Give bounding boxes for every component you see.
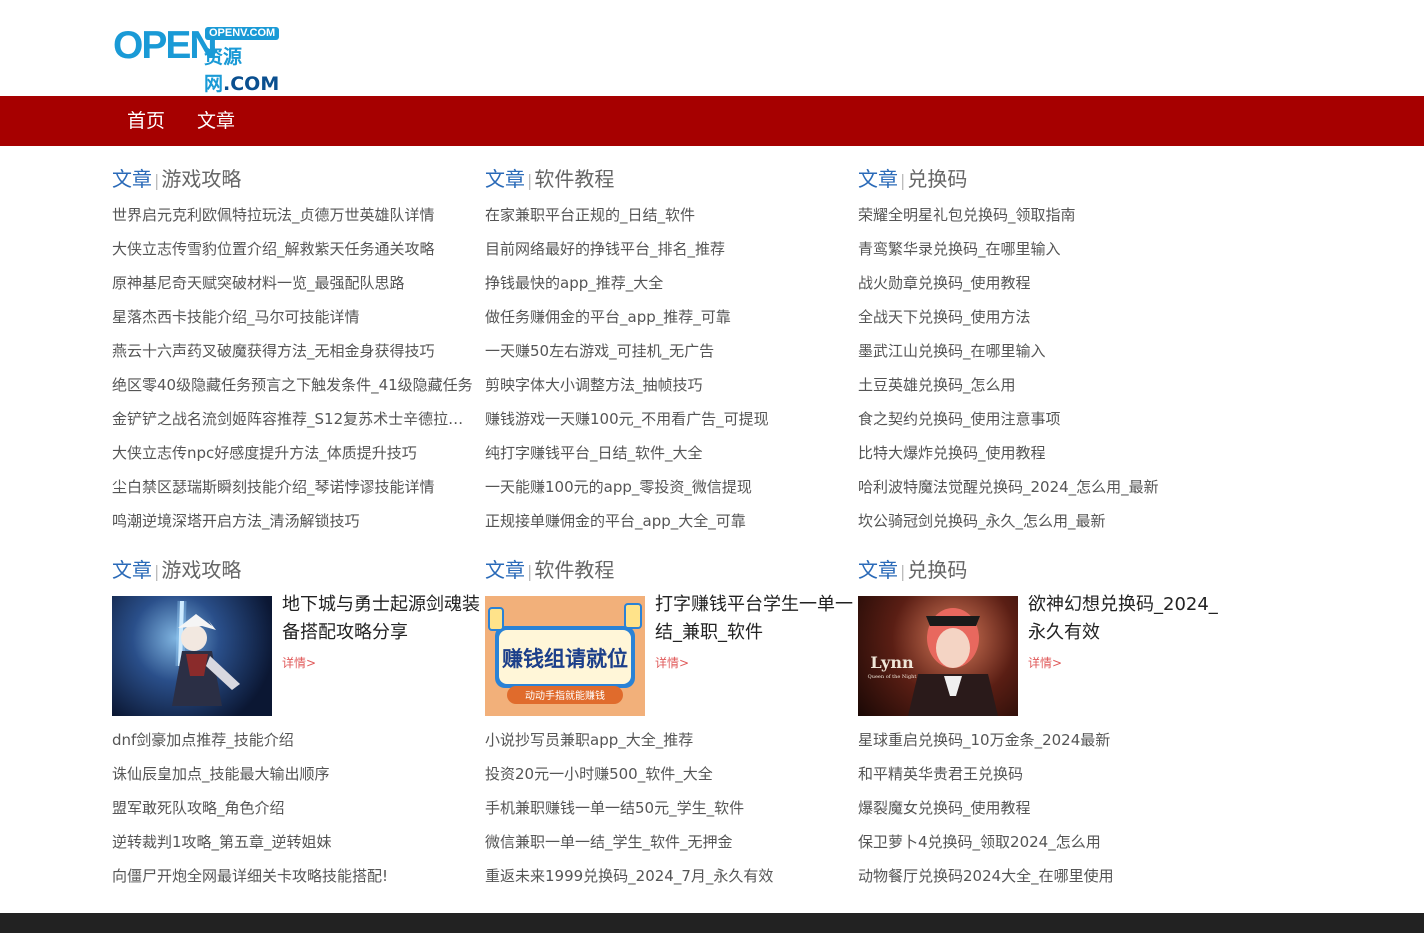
list-item[interactable]: 星落杰西卡技能介绍_马尔可技能详情 [112,300,477,334]
list-item[interactable]: 微信兼职一单一结_学生_软件_无押金 [485,825,850,859]
details-link[interactable]: 详情> [282,654,316,671]
list-item[interactable]: 坎公骑冠剑兑换码_永久_怎么用_最新 [858,504,1223,538]
site-header: OPEN OPENV.COM 资源网.COM [0,0,1424,96]
article-list: 在家兼职平台正规的_日结_软件 目前网络最好的挣钱平台_排名_推荐 挣钱最快的a… [485,198,855,538]
list-item[interactable]: 原神基尼奇天赋突破材料一览_最强配队思路 [112,266,477,300]
list-item[interactable]: 大侠立志传雪豹位置介绍_解救紫天任务通关攻略 [112,232,477,266]
featured-article: 地下城与勇士起源剑魂装备搭配攻略分享 详情> [112,594,482,716]
list-item[interactable]: 保卫萝卜4兑换码_领取2024_怎么用 [858,825,1223,859]
section-title: 文章 | 游戏攻略 [112,167,242,191]
article-thumbnail[interactable] [112,596,272,716]
nav-home[interactable]: 首页 [127,96,165,146]
list-item[interactable]: 星球重启兑换码_10万金条_2024最新 [858,723,1223,757]
section-redeem-codes: 文章 | 兑换码 荣耀全明星礼包兑换码_领取指南 青鸾繁华录兑换码_在哪里输入 战火… [858,165,1228,538]
list-item[interactable]: 在家兼职平台正规的_日结_软件 [485,198,850,232]
feature-software-tutorials: 文章 | 软件教程 赚钱组请就位 动动手指就能赚钱 打字赚钱平台学生一单一结_兼职_… [485,556,855,893]
list-item[interactable]: 比特大爆炸兑换码_使用教程 [858,436,1223,470]
article-thumbnail[interactable]: Lynn Queen of the Night [858,596,1018,716]
list-item[interactable]: 做任务赚佣金的平台_app_推荐_可靠 [485,300,850,334]
list-item[interactable]: 正规接单赚佣金的平台_app_大全_可靠 [485,504,850,538]
section-title: 文章 | 软件教程 [485,558,615,582]
earn-money-banner: 赚钱组请就位 动动手指就能赚钱 [488,603,642,704]
list-item[interactable]: 墨武江山兑换码_在哪里输入 [858,334,1223,368]
character-name: Lynn [870,653,914,672]
list-item[interactable]: 盟军敢死队攻略_角色介绍 [112,791,477,825]
list-item[interactable]: 手机兼职赚钱一单一结50元_学生_软件 [485,791,850,825]
feature-game-guides: 文章 | 游戏攻略 地下城与勇士起源剑魂装备搭配攻略分享 详情> dnf剑豪加点推荐… [112,556,482,893]
main-nav: 首页 文章 [0,96,1424,146]
featured-title[interactable]: 打字赚钱平台学生一单一结_兼职_软件 [655,591,855,647]
list-item[interactable]: 爆裂魔女兑换码_使用教程 [858,791,1223,825]
article-list: 小说抄写员兼职app_大全_推荐 投资20元一小时赚500_软件_大全 手机兼职… [485,723,855,893]
list-item[interactable]: 重返未来1999兑换码_2024_7月_永久有效 [485,859,850,893]
article-thumbnail[interactable]: 赚钱组请就位 动动手指就能赚钱 [485,596,645,716]
list-item[interactable]: 土豆英雄兑换码_怎么用 [858,368,1223,402]
list-item[interactable]: 战火勋章兑换码_使用教程 [858,266,1223,300]
list-item[interactable]: 燕云十六声药叉破魔获得方法_无相金身获得技巧 [112,334,477,368]
nav-article[interactable]: 文章 [197,96,235,146]
warrior-illustration [172,600,240,706]
list-item[interactable]: 动物餐厅兑换码2024大全_在哪里使用 [858,859,1223,893]
list-item[interactable]: 金铲铲之战名流剑姬阵容推荐_S12复苏术士辛德拉阵容 [112,402,477,436]
list-item[interactable]: 大侠立志传npc好感度提升方法_体质提升技巧 [112,436,477,470]
list-item[interactable]: 逆转裁判1攻略_第五章_逆转姐妹 [112,825,477,859]
logo-open-text: OPEN [113,24,218,67]
list-item[interactable]: dnf剑豪加点推荐_技能介绍 [112,723,477,757]
list-item[interactable]: 赚钱游戏一天赚100元_不用看广告_可提现 [485,402,850,436]
list-item[interactable]: 和平精英华贵君王兑换码 [858,757,1223,791]
logo-cn-text: 资源网.COM [204,46,280,95]
featured-title[interactable]: 欲神幻想兑换码_2024_永久有效 [1028,591,1228,647]
details-link[interactable]: 详情> [655,654,689,671]
list-item[interactable]: 世界启元克利欧佩特拉玩法_贞德万世英雄队详情 [112,198,477,232]
list-item[interactable]: 哈利波特魔法觉醒兑换码_2024_怎么用_最新 [858,470,1223,504]
list-item[interactable]: 绝区零40级隐藏任务预言之下触发条件_41级隐藏任务 [112,368,477,402]
list-item[interactable]: 向僵尸开炮全网最详细关卡攻略技能搭配! [112,859,477,893]
list-item[interactable]: 剪映字体大小调整方法_抽帧技巧 [485,368,850,402]
section-game-guides: 文章 | 游戏攻略 世界启元克利欧佩特拉玩法_贞德万世英雄队详情 大侠立志传雪豹位置… [112,165,482,538]
site-logo[interactable]: OPEN OPENV.COM 资源网.COM [113,24,303,96]
feature-redeem-codes: 文章 | 兑换码 Lynn Queen of the Night 欲神幻想兑换码_2… [858,556,1228,893]
article-list: dnf剑豪加点推荐_技能介绍 诛仙辰皇加点_技能最大输出顺序 盟军敢死队攻略_角… [112,723,482,893]
list-item[interactable]: 目前网络最好的挣钱平台_排名_推荐 [485,232,850,266]
list-item[interactable]: 一天赚50左右游戏_可挂机_无广告 [485,334,850,368]
list-item[interactable]: 鸣潮逆境深塔开启方法_清汤解锁技巧 [112,504,477,538]
article-list: 星球重启兑换码_10万金条_2024最新 和平精英华贵君王兑换码 爆裂魔女兑换码… [858,723,1228,893]
article-list: 世界启元克利欧佩特拉玩法_贞德万世英雄队详情 大侠立志传雪豹位置介绍_解救紫天任… [112,198,482,538]
list-item[interactable]: 食之契约兑换码_使用注意事项 [858,402,1223,436]
section-title: 文章 | 软件教程 [485,167,615,191]
details-link[interactable]: 详情> [1028,654,1062,671]
list-item[interactable]: 荣耀全明星礼包兑换码_领取指南 [858,198,1223,232]
section-title: 文章 | 游戏攻略 [112,558,242,582]
banner-title: 赚钱组请就位 [502,647,628,671]
section-software-tutorials: 文章 | 软件教程 在家兼职平台正规的_日结_软件 目前网络最好的挣钱平台_排名_推… [485,165,855,538]
featured-title[interactable]: 地下城与勇士起源剑魂装备搭配攻略分享 [282,591,482,647]
list-item[interactable]: 纯打字赚钱平台_日结_软件_大全 [485,436,850,470]
list-item[interactable]: 一天能赚100元的app_零投资_微信提现 [485,470,850,504]
list-item[interactable]: 尘白禁区瑟瑞斯瞬刻技能介绍_琴诺悖谬技能详情 [112,470,477,504]
list-item[interactable]: 诛仙辰皇加点_技能最大输出顺序 [112,757,477,791]
list-item[interactable]: 投资20元一小时赚500_软件_大全 [485,757,850,791]
character-portrait: Lynn Queen of the Night [868,608,998,716]
logo-badge: OPENV.COM [205,27,280,40]
character-subtitle: Queen of the Night [868,674,917,680]
article-list: 荣耀全明星礼包兑换码_领取指南 青鸾繁华录兑换码_在哪里输入 战火勋章兑换码_使… [858,198,1228,538]
featured-article: 赚钱组请就位 动动手指就能赚钱 打字赚钱平台学生一单一结_兼职_软件 详情> [485,594,855,716]
section-title: 文章 | 兑换码 [858,167,968,191]
list-item[interactable]: 全战天下兑换码_使用方法 [858,300,1223,334]
featured-article: Lynn Queen of the Night 欲神幻想兑换码_2024_永久有… [858,594,1228,716]
banner-subtitle: 动动手指就能赚钱 [525,689,605,702]
site-footer [0,913,1424,933]
section-title: 文章 | 兑换码 [858,558,968,582]
list-item[interactable]: 青鸾繁华录兑换码_在哪里输入 [858,232,1223,266]
list-item[interactable]: 挣钱最快的app_推荐_大全 [485,266,850,300]
list-item[interactable]: 小说抄写员兼职app_大全_推荐 [485,723,850,757]
